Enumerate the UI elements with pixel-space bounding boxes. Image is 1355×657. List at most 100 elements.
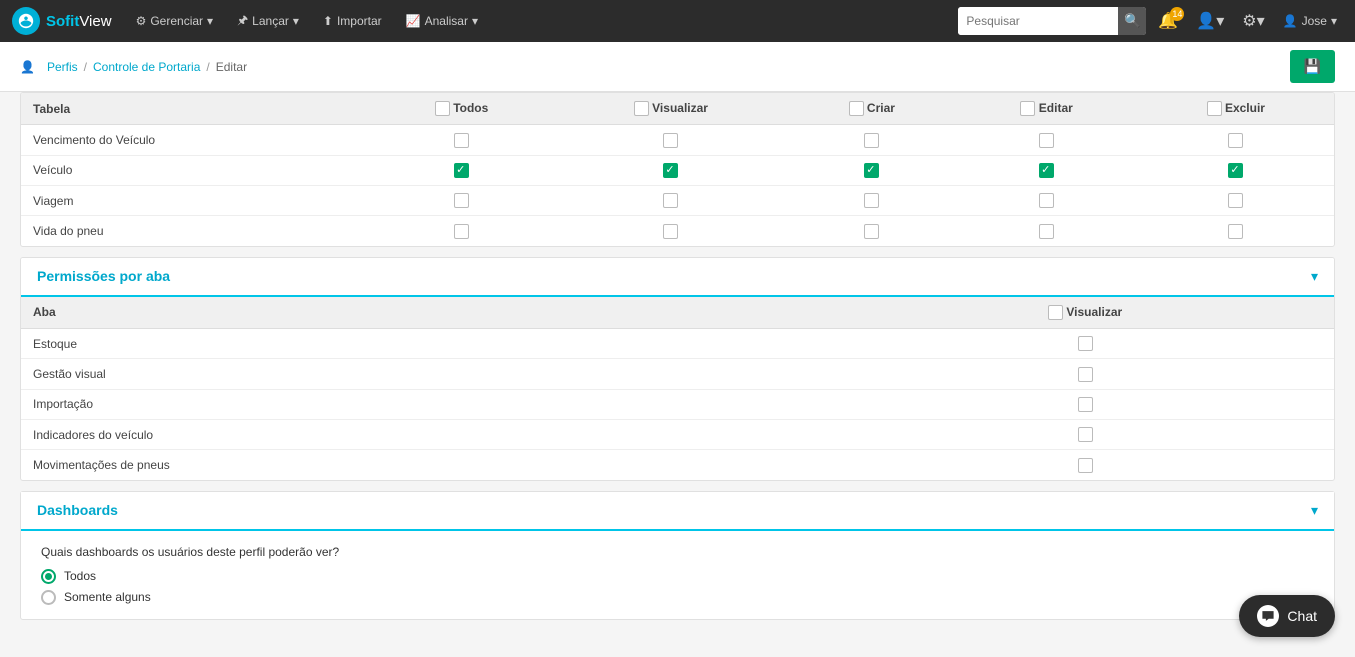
cell-excluir-3 bbox=[1138, 216, 1334, 246]
aba-visualizar-header-checkbox[interactable] bbox=[1048, 305, 1063, 320]
cell-criar-0 bbox=[788, 125, 956, 155]
chevron-down-icon: ▾ bbox=[472, 14, 478, 28]
editar-header-checkbox[interactable] bbox=[1020, 101, 1035, 116]
cell-visualizar-1 bbox=[554, 155, 788, 185]
user-breadcrumb-icon: 👤 bbox=[20, 60, 35, 74]
save-button[interactable]: 💾 bbox=[1290, 50, 1335, 83]
checkbox-excluir-2[interactable] bbox=[1228, 193, 1243, 208]
table-row: Vencimento do Veículo bbox=[21, 125, 1334, 155]
radio-somente-alguns-circle[interactable] bbox=[41, 590, 56, 605]
breadcrumb-sep2: / bbox=[206, 60, 209, 74]
row-name-3: Vida do pneu bbox=[21, 216, 369, 246]
table-row: Vida do pneu bbox=[21, 216, 1334, 246]
nav-analisar[interactable]: 📈 Analisar ▾ bbox=[396, 0, 488, 42]
search-input[interactable] bbox=[958, 7, 1118, 35]
radio-somente-alguns[interactable]: Somente alguns bbox=[41, 590, 1314, 605]
checkbox-criar-2[interactable] bbox=[864, 193, 879, 208]
permissions-table: Tabela Todos Visualizar Criar bbox=[21, 93, 1334, 246]
aba-checkbox-3[interactable] bbox=[1078, 427, 1093, 442]
aba-visualizar-3 bbox=[836, 419, 1334, 449]
settings-icon-btn[interactable]: ⚙▾ bbox=[1236, 11, 1270, 31]
checkbox-excluir-0[interactable] bbox=[1228, 133, 1243, 148]
nav-importar[interactable]: ⬆ Importar bbox=[313, 0, 392, 42]
cell-editar-2 bbox=[956, 185, 1138, 215]
navbar: SofitView ⚙ Gerenciar ▾ 🖈 Lançar ▾ ⬆ Imp… bbox=[0, 0, 1355, 42]
todos-header-checkbox[interactable] bbox=[435, 101, 450, 116]
nav-gerenciar[interactable]: ⚙ Gerenciar ▾ bbox=[126, 0, 223, 42]
search-box: 🔍 bbox=[958, 7, 1146, 35]
brand-name-part2: View bbox=[79, 13, 111, 30]
checkbox-excluir-1[interactable] bbox=[1228, 163, 1243, 178]
checkbox-editar-1[interactable] bbox=[1039, 163, 1054, 178]
main-content: Tabela Todos Visualizar Criar bbox=[0, 92, 1355, 650]
radio-todos-label: Todos bbox=[64, 569, 96, 583]
checkbox-todos-0[interactable] bbox=[454, 133, 469, 148]
checkbox-visualizar-3[interactable] bbox=[663, 224, 678, 239]
tab-permissions-table: Aba Visualizar Estoque Gestão visual Imp… bbox=[21, 297, 1334, 480]
dashboards-body: Quais dashboards os usuários deste perfi… bbox=[21, 531, 1334, 619]
search-button[interactable]: 🔍 bbox=[1118, 7, 1146, 35]
col-criar: Criar bbox=[788, 93, 956, 125]
checkbox-criar-0[interactable] bbox=[864, 133, 879, 148]
dashboards-chevron[interactable]: ▾ bbox=[1311, 502, 1318, 519]
cell-excluir-0 bbox=[1138, 125, 1334, 155]
cell-criar-1 bbox=[788, 155, 956, 185]
checkbox-criar-1[interactable] bbox=[864, 163, 879, 178]
tab-permissions-section: Permissões por aba ▾ Aba Visualizar Esto… bbox=[20, 257, 1335, 481]
chat-button[interactable]: Chat bbox=[1239, 595, 1335, 637]
aba-checkbox-0[interactable] bbox=[1078, 336, 1093, 351]
table-row: Movimentações de pneus bbox=[21, 450, 1334, 480]
checkbox-criar-3[interactable] bbox=[864, 224, 879, 239]
checkbox-editar-0[interactable] bbox=[1039, 133, 1054, 148]
tab-permissions-chevron[interactable]: ▾ bbox=[1311, 268, 1318, 285]
col-excluir: Excluir bbox=[1138, 93, 1334, 125]
checkbox-editar-3[interactable] bbox=[1039, 224, 1054, 239]
table-row: Viagem bbox=[21, 185, 1334, 215]
col-aba-visualizar: Visualizar bbox=[836, 297, 1334, 329]
aba-name-3: Indicadores do veículo bbox=[21, 419, 836, 449]
radio-todos[interactable]: Todos bbox=[41, 569, 1314, 584]
user-icon: 👤 bbox=[1283, 14, 1298, 28]
checkbox-todos-2[interactable] bbox=[454, 193, 469, 208]
checkbox-todos-3[interactable] bbox=[454, 224, 469, 239]
aba-checkbox-1[interactable] bbox=[1078, 367, 1093, 382]
visualizar-header-checkbox[interactable] bbox=[634, 101, 649, 116]
table-row: Indicadores do veículo bbox=[21, 419, 1334, 449]
table-row: Gestão visual bbox=[21, 359, 1334, 389]
cell-visualizar-2 bbox=[554, 185, 788, 215]
user-name: Jose bbox=[1302, 14, 1327, 28]
col-aba: Aba bbox=[21, 297, 836, 329]
checkbox-visualizar-1[interactable] bbox=[663, 163, 678, 178]
pin-icon: 🖈 bbox=[237, 11, 248, 32]
cell-excluir-2 bbox=[1138, 185, 1334, 215]
row-name-1: Veículo bbox=[21, 155, 369, 185]
cell-criar-3 bbox=[788, 216, 956, 246]
cell-criar-2 bbox=[788, 185, 956, 215]
aba-visualizar-0 bbox=[836, 328, 1334, 358]
table-row: Importação bbox=[21, 389, 1334, 419]
tab-permissions-header: Permissões por aba ▾ bbox=[21, 258, 1334, 297]
user-menu-btn[interactable]: 👤 Jose ▾ bbox=[1277, 14, 1343, 28]
chat-icon bbox=[1257, 605, 1279, 627]
checkbox-visualizar-0[interactable] bbox=[663, 133, 678, 148]
excluir-header-checkbox[interactable] bbox=[1207, 101, 1222, 116]
checkbox-excluir-3[interactable] bbox=[1228, 224, 1243, 239]
nav-analisar-label: Analisar bbox=[425, 14, 468, 28]
checkbox-visualizar-2[interactable] bbox=[663, 193, 678, 208]
profile-icon-btn[interactable]: 👤▾ bbox=[1190, 11, 1230, 31]
aba-visualizar-4 bbox=[836, 450, 1334, 480]
dashboards-question: Quais dashboards os usuários deste perfi… bbox=[41, 545, 1314, 559]
criar-header-checkbox[interactable] bbox=[849, 101, 864, 116]
radio-group: Todos Somente alguns bbox=[41, 569, 1314, 605]
cell-visualizar-3 bbox=[554, 216, 788, 246]
checkbox-editar-2[interactable] bbox=[1039, 193, 1054, 208]
checkbox-todos-1[interactable] bbox=[454, 163, 469, 178]
notifications-btn[interactable]: 🔔 14 bbox=[1152, 11, 1184, 31]
nav-lancar[interactable]: 🖈 Lançar ▾ bbox=[227, 0, 309, 42]
aba-checkbox-2[interactable] bbox=[1078, 397, 1093, 412]
breadcrumb-perfis[interactable]: Perfis bbox=[47, 60, 78, 74]
gear-icon: ⚙ bbox=[136, 14, 147, 28]
radio-todos-circle[interactable] bbox=[41, 569, 56, 584]
breadcrumb-controle[interactable]: Controle de Portaria bbox=[93, 60, 200, 74]
aba-checkbox-4[interactable] bbox=[1078, 458, 1093, 473]
